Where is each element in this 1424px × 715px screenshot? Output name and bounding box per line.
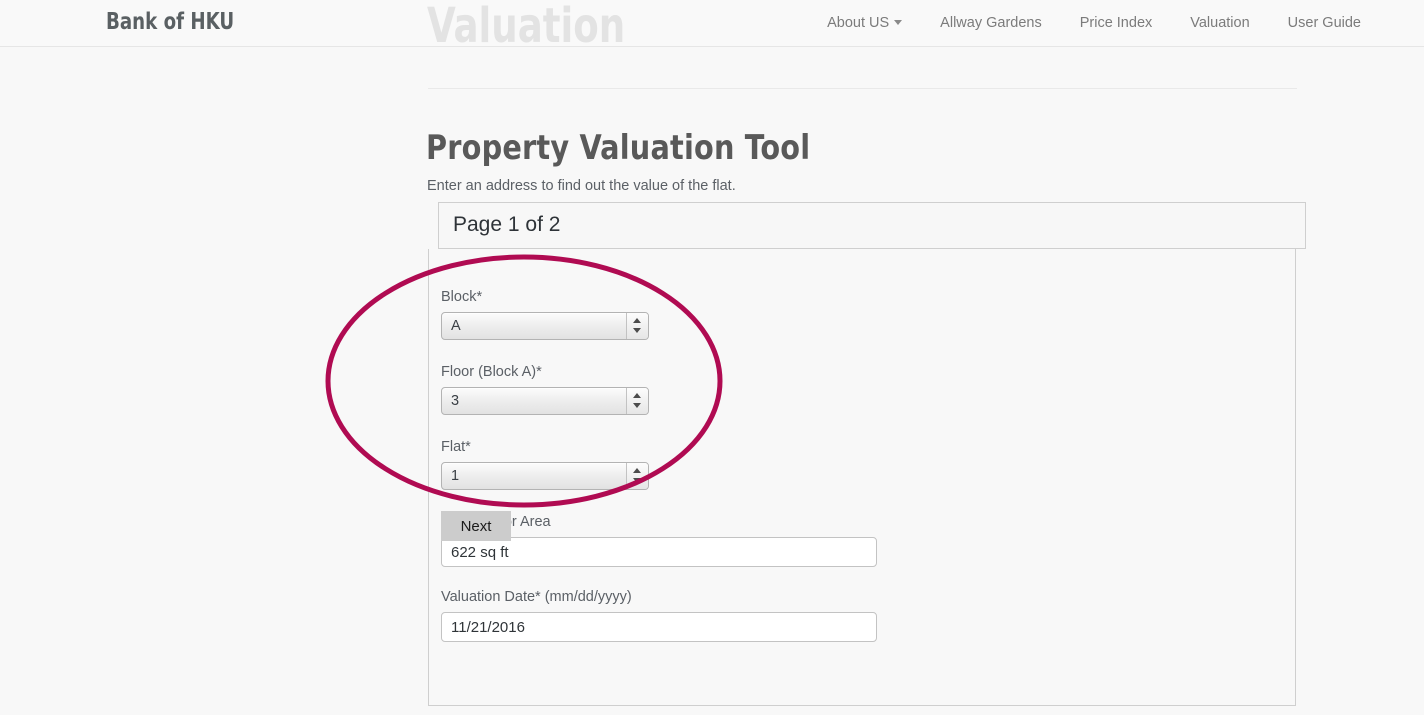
wizard-panel-heading: Page 1 of 2 xyxy=(438,202,1306,249)
page-content: Property Valuation Tool Enter an address… xyxy=(0,46,1424,715)
nav-link-valuation[interactable]: Valuation xyxy=(1171,0,1268,46)
block-select[interactable]: A xyxy=(441,312,649,340)
wizard-page-indicator: Page 1 of 2 xyxy=(453,213,561,236)
nav-link-allway-gardens[interactable]: Allway Gardens xyxy=(921,0,1061,46)
brand-logo[interactable]: Bank of HKU xyxy=(106,9,234,35)
valuation-date-input[interactable] xyxy=(441,612,877,642)
field-block-label: Block* xyxy=(441,289,483,305)
chevron-down-icon xyxy=(894,20,903,25)
nav-link-user-guide[interactable]: User Guide xyxy=(1269,0,1380,46)
field-flat: Flat* 1 xyxy=(441,439,649,490)
block-select-value: A xyxy=(451,318,461,334)
page-subtitle: Enter an address to find out the value o… xyxy=(427,178,736,194)
block-select-spinner[interactable] xyxy=(626,313,648,339)
floor-select[interactable]: 3 xyxy=(441,387,649,415)
page-title: Property Valuation Tool xyxy=(426,128,811,168)
next-button[interactable]: Next xyxy=(441,511,511,541)
content-top-divider xyxy=(428,88,1297,89)
caret-down-icon[interactable] xyxy=(633,403,641,408)
field-floor-label: Floor (Block A)* xyxy=(441,364,542,380)
flat-select-value: 1 xyxy=(451,468,460,484)
caret-down-icon[interactable] xyxy=(633,478,641,483)
caret-down-icon[interactable] xyxy=(633,328,641,333)
field-valuation-date-label: Valuation Date* (mm/dd/yyyy) xyxy=(441,589,632,605)
field-block: Block* A xyxy=(441,289,649,340)
nav-link-price-index[interactable]: Price Index xyxy=(1061,0,1172,46)
page-watermark-text: Valuation xyxy=(427,0,626,47)
caret-up-icon[interactable] xyxy=(633,393,641,398)
nav-links: About US Allway Gardens Price Index Valu… xyxy=(808,0,1380,46)
field-flat-label: Flat* xyxy=(441,439,471,455)
nav-link-about-us[interactable]: About US xyxy=(808,0,921,46)
top-navbar: Bank of HKU Valuation About US Allway Ga… xyxy=(0,0,1424,47)
field-valuation-date: Valuation Date* (mm/dd/yyyy) xyxy=(441,589,877,642)
flat-select-spinner[interactable] xyxy=(626,463,648,489)
flat-select[interactable]: 1 xyxy=(441,462,649,490)
nav-link-about-us-label: About US xyxy=(827,15,890,31)
floor-select-spinner[interactable] xyxy=(626,388,648,414)
gross-floor-area-input[interactable] xyxy=(441,537,877,567)
floor-select-value: 3 xyxy=(451,393,460,409)
caret-up-icon[interactable] xyxy=(633,468,641,473)
field-floor: Floor (Block A)* 3 xyxy=(441,364,649,415)
caret-up-icon[interactable] xyxy=(633,318,641,323)
